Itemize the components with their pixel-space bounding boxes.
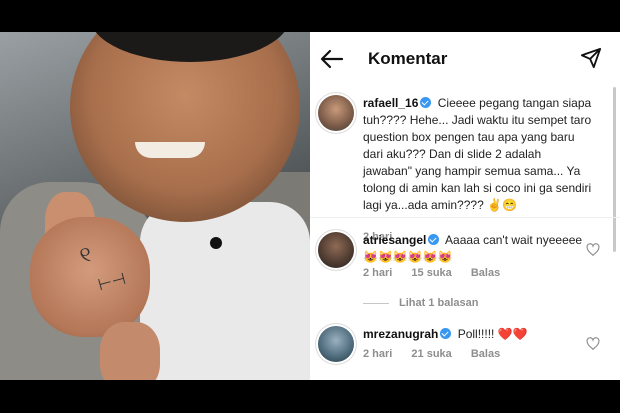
reply-button[interactable]: Balas [471, 348, 500, 360]
page-title: Komentar [368, 49, 448, 68]
comment-username[interactable]: atriesangel [363, 233, 426, 247]
scrollbar[interactable] [613, 87, 616, 252]
letterbox-bottom [0, 380, 620, 413]
paper-plane-icon[interactable] [580, 47, 602, 69]
verified-badge-icon [428, 234, 440, 245]
view-replies-link[interactable]: Lihat 1 balasan [363, 297, 478, 309]
photo-hands [30, 217, 150, 337]
heart-icon[interactable] [586, 243, 600, 257]
divider [310, 217, 620, 218]
letterbox-top [0, 0, 620, 32]
comment-text: Poll!!!!! ❤️❤️ [457, 327, 528, 341]
comment-likes[interactable]: 15 suka [411, 267, 451, 279]
verified-badge-icon [440, 328, 452, 339]
photo-other-hand [100, 322, 160, 380]
comment-text: Cieeee pegang tangan siapa tuh???? Hehe.… [363, 96, 592, 212]
comment-username[interactable]: rafaell_16 [363, 96, 418, 110]
comment-time: 2 hari [363, 348, 393, 360]
comments-header: Komentar [310, 32, 620, 87]
post-photo: ୧ ⊢⊣ [0, 32, 310, 380]
comment-text-block: mrezanugrah Poll!!!!! ❤️❤️ [363, 326, 593, 343]
comments-panel: Komentar rafaell_16 Cieeee pegang tangan… [310, 32, 620, 380]
photo-smile [135, 142, 205, 158]
avatar[interactable] [318, 95, 354, 131]
comment-text-block: rafaell_16 Cieeee pegang tangan siapa tu… [363, 95, 593, 214]
reply-button[interactable]: Balas [471, 267, 500, 279]
view-replies-label[interactable]: Lihat 1 balasan [399, 297, 478, 309]
arrow-left-icon[interactable] [320, 48, 344, 70]
heart-icon[interactable] [586, 337, 600, 351]
comment-meta: 2 hari 21 suka Balas [363, 348, 516, 360]
avatar[interactable] [318, 232, 354, 268]
replies-line [363, 302, 389, 304]
photo-shirt [140, 202, 310, 380]
comment-username[interactable]: mrezanugrah [363, 327, 438, 341]
verified-badge-icon [420, 97, 432, 108]
avatar[interactable] [318, 326, 354, 362]
comment-likes[interactable]: 21 suka [411, 348, 451, 360]
comment-text-block: atriesangel Aaaaa can't wait nyeeeee 😻😻😻… [363, 232, 593, 266]
comment-meta: 2 hari 15 suka Balas [363, 267, 516, 279]
photo-microphone [210, 237, 222, 249]
comment-time: 2 hari [363, 267, 393, 279]
